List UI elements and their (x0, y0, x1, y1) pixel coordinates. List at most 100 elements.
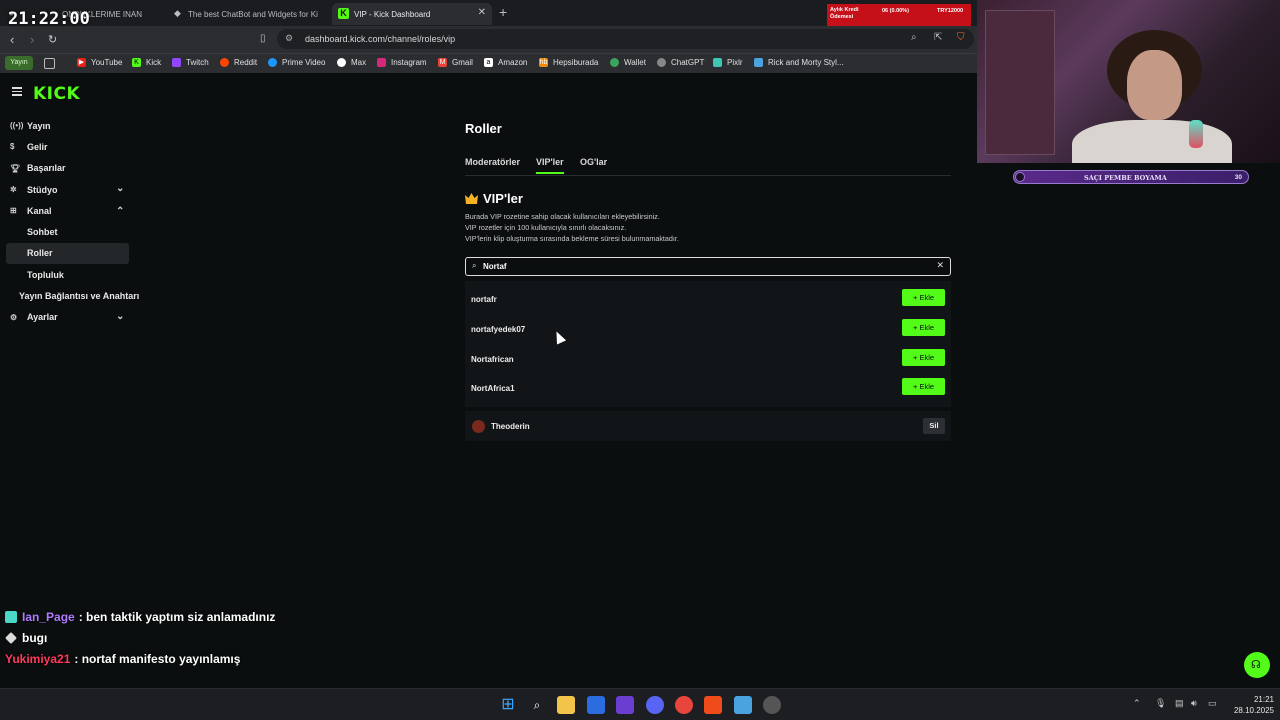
sidebar-item-basarilar[interactable]: 🏆︎ Başarılar (0, 158, 140, 179)
tab-ogs[interactable]: OG'lar (580, 157, 607, 167)
channel-icon: ⊞ (10, 206, 17, 216)
screen: { "clock_overlay": "21:22:00", "browser"… (0, 0, 1280, 720)
network-icon[interactable]: ▤ (1175, 698, 1184, 709)
url-text: dashboard.kick.com/channel/roles/vip (305, 34, 456, 44)
chat-text: : ben taktik yaptım siz anlamadınız (78, 609, 276, 624)
bookmark-icon[interactable]: ▯ (260, 33, 266, 44)
support-chat-button[interactable]: ☊ (1244, 652, 1270, 678)
chevron-down-icon[interactable]: ⌄ (116, 183, 124, 194)
section-title: VIP'ler (465, 191, 523, 206)
yayin-bookmark-pill[interactable]: Yayın (5, 56, 33, 70)
bookmark-prime-video[interactable]: Prime Video (268, 58, 325, 67)
sidebar-item-kanal[interactable]: ⊞ Kanal ⌃ (0, 200, 140, 221)
add-vip-button[interactable]: + Ekle (902, 289, 945, 306)
kick-favicon-icon: K (338, 8, 349, 19)
sidebar: ((•)) Yayın $ Gelir 🏆︎ Başarılar ✲ Stüdyo ⌄ ⊞… (0, 115, 140, 328)
chevron-down-icon[interactable]: ⌄ (116, 311, 124, 322)
search-icon[interactable]: ⌕ (528, 696, 546, 714)
back-icon[interactable]: ‹ (10, 32, 14, 47)
goal-progress: SAÇI PEMBE BOYAMA 30 (1013, 170, 1249, 184)
add-vip-button[interactable]: + Ekle (902, 319, 945, 336)
sidebar-item-yayin[interactable]: ((•)) Yayın (0, 115, 140, 136)
taskbar-clock[interactable]: 21:21 28.10.2025 (1228, 694, 1274, 716)
chat-overlay: Ian_Page : ben taktik yaptım siz anlamad… (5, 606, 275, 669)
kick-icon: K (132, 58, 141, 67)
amazon-icon: a (484, 58, 493, 67)
bookmark-wallet[interactable]: Wallet (610, 58, 646, 67)
bookmarks-bar: ▶ YouTube K Kick Twitch Reddit Prime Video… (0, 53, 977, 73)
sidebar-item-gelir[interactable]: $ Gelir (0, 136, 140, 157)
clear-search-icon[interactable]: ✕ (936, 260, 944, 271)
sidebar-item-studyo[interactable]: ✲ Stüdyo ⌄ (0, 179, 140, 200)
bookmark-hepsiburada[interactable]: hb Hepsiburada (539, 58, 598, 67)
chat-message: Ian_Page : ben taktik yaptım siz anlamad… (5, 606, 275, 627)
zoom-icon[interactable]: ⌕ (911, 32, 917, 43)
bookmark-instagram[interactable]: Instagram (377, 58, 427, 67)
battery-icon[interactable]: ▭ (1208, 698, 1217, 709)
microphone-icon[interactable]: 🎙︎ (1155, 698, 1166, 709)
apps-grid-icon[interactable] (44, 58, 60, 69)
volume-icon[interactable]: 🔊︎ (1191, 698, 1197, 709)
bookmark-chatgpt[interactable]: ChatGPT (657, 58, 704, 67)
dollar-icon: $ (10, 142, 15, 152)
headset-icon: ☊ (1251, 659, 1261, 671)
gear-icon: ⚙ (10, 312, 18, 322)
bookmark-kick[interactable]: K Kick (132, 58, 161, 67)
badge-icon (5, 610, 17, 623)
stock-ticker-widget: Aylık Kredi Ödemesi 06 (0.00%) TRY12000 (827, 4, 971, 26)
sidebar-item-stream-key[interactable]: Yayın Bağlantısı ve Anahtarı (0, 285, 140, 306)
add-vip-button[interactable]: + Ekle (902, 349, 945, 366)
new-tab-button[interactable]: + (499, 4, 507, 20)
reload-icon[interactable]: ↻ (48, 33, 57, 46)
webcam-feed (977, 0, 1280, 163)
bookmark-rick-and-morty[interactable]: Rick and Morty Styl... (754, 58, 844, 67)
clock-overlay: 21:22:00 (8, 9, 90, 29)
brave-icon[interactable] (704, 696, 722, 714)
close-tab-icon[interactable]: ✕ (478, 7, 486, 18)
bookmark-gmail[interactable]: M Gmail (438, 58, 473, 67)
bookmark-amazon[interactable]: a Amazon (484, 58, 527, 67)
tab-2[interactable]: ◆ The best ChatBot and Widgets for Ki (166, 3, 330, 25)
sidebar-item-roller[interactable]: Roller (6, 242, 129, 265)
forward-icon[interactable]: › (30, 32, 34, 47)
bookmark-youtube[interactable]: ▶ YouTube (77, 58, 122, 67)
tab-vip-kick-dashboard[interactable]: K VIP - Kick Dashboard ✕ (332, 3, 492, 25)
share-icon[interactable]: ⇱ (934, 32, 942, 43)
decorative-panel (985, 10, 1055, 155)
menu-icon[interactable] (12, 87, 22, 96)
diamond-badge-icon (5, 631, 17, 644)
discord-icon[interactable] (646, 696, 664, 714)
result-username: nortafr (471, 295, 497, 304)
rick-and-morty-icon (754, 58, 763, 67)
remove-vip-button[interactable]: Sil (923, 418, 945, 434)
add-vip-button[interactable]: + Ekle (902, 378, 945, 395)
vip-search-input[interactable]: ⌕ Nortaf ✕ (465, 257, 951, 276)
app-icon[interactable] (616, 696, 634, 714)
tab-moderators[interactable]: Moderatörler (465, 157, 520, 167)
kick-logo[interactable]: KICK (33, 84, 80, 104)
tab-vips[interactable]: VIP'ler (536, 157, 564, 174)
windows-start-icon[interactable]: ⊞ (499, 696, 517, 714)
url-field[interactable]: ⚙ dashboard.kick.com/channel/roles/vip ⌕… (277, 29, 974, 49)
chat-text: bugı (22, 630, 48, 645)
bookmark-pixlr[interactable]: Pixlr (713, 58, 743, 67)
bookmark-twitch[interactable]: Twitch (172, 58, 209, 67)
bookmark-max[interactable]: Max (337, 58, 366, 67)
chevron-up-icon[interactable]: ⌃ (1133, 698, 1141, 709)
roles-page: Roller Moderatörler VIP'ler OG'lar VIP'l… (465, 121, 951, 441)
chrome-icon[interactable] (675, 696, 693, 714)
sidebar-item-topluluk[interactable]: Topluluk (0, 264, 140, 285)
chevron-up-icon[interactable]: ⌃ (116, 206, 124, 217)
steam-icon[interactable] (763, 696, 781, 714)
sidebar-item-ayarlar[interactable]: ⚙ Ayarlar ⌄ (0, 307, 140, 328)
site-info-icon[interactable]: ⚙ (285, 33, 293, 44)
store-icon[interactable] (587, 696, 605, 714)
file-explorer-icon[interactable] (557, 696, 575, 714)
instagram-icon (377, 58, 386, 67)
bookmark-reddit[interactable]: Reddit (220, 58, 257, 67)
app-icon-2[interactable] (734, 696, 752, 714)
sidebar-item-sohbet[interactable]: Sohbet (0, 221, 140, 242)
brave-shield-icon[interactable]: ⛉ (957, 32, 965, 43)
tab-label: The best ChatBot and Widgets for Ki (188, 9, 318, 19)
taskbar: ⊞ ⌕ ⌃ 🎙︎ ▤ 🔊︎ ▭ 21:21 28.10.2025 (0, 688, 1280, 720)
